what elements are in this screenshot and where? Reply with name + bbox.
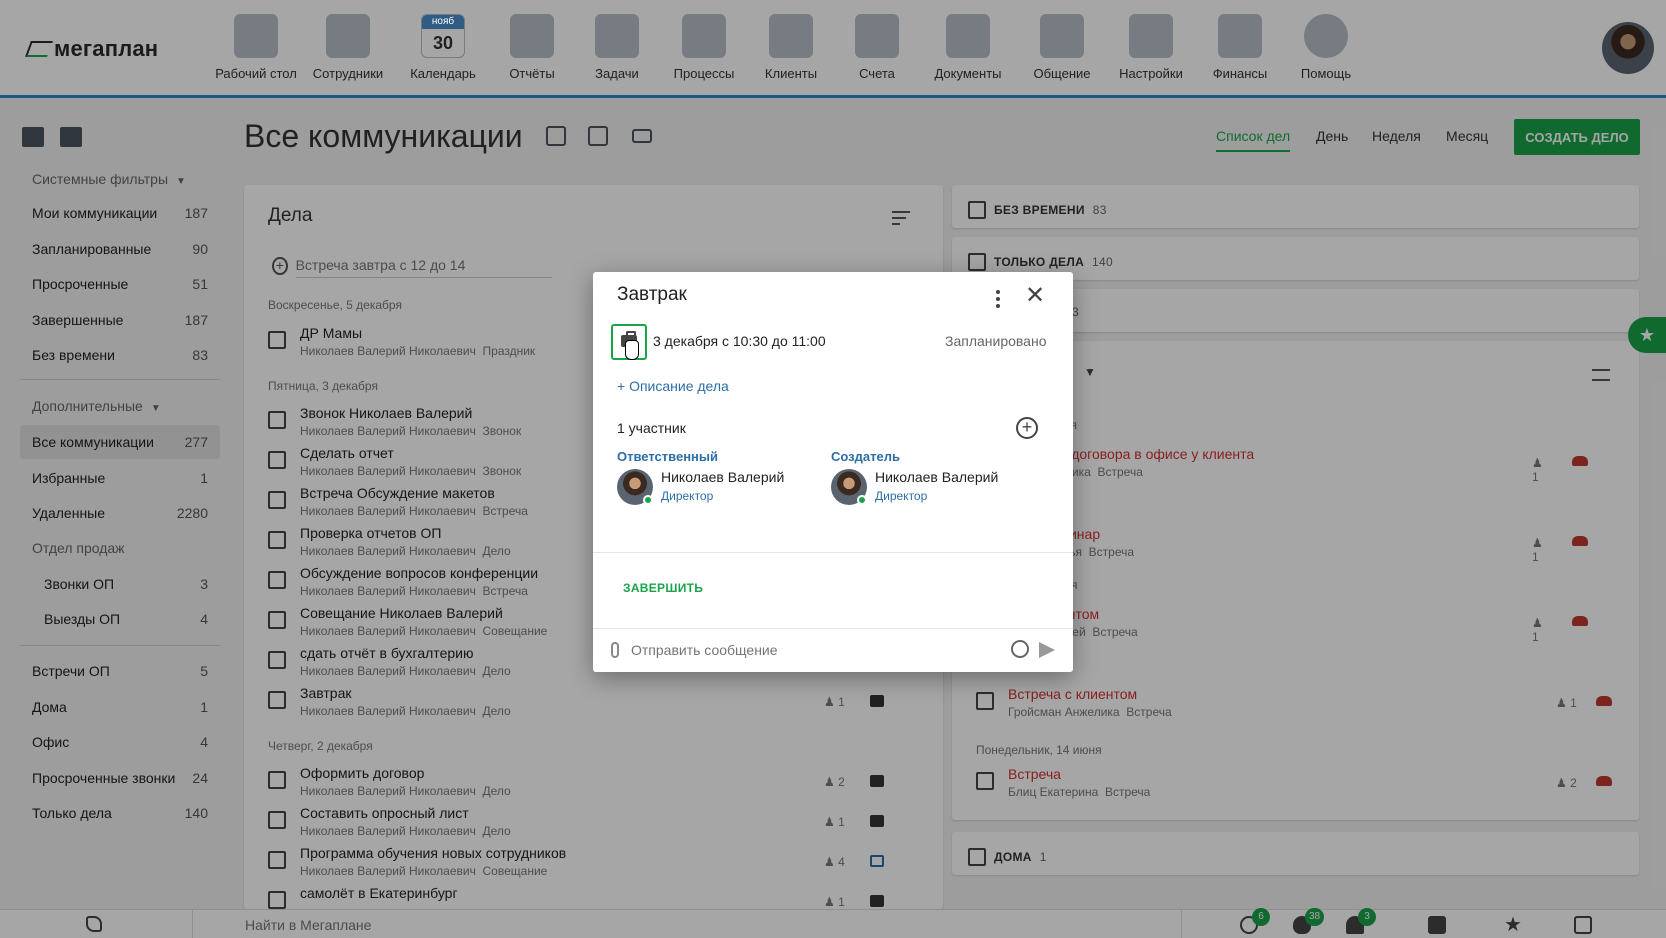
add-participant-icon[interactable]: + [1016,417,1038,439]
online-status-icon [643,495,653,505]
emoji-icon[interactable] [1011,640,1029,658]
person-position: Директор [661,489,714,503]
creator-label: Создатель [831,449,900,464]
paperclip-icon[interactable] [611,642,619,658]
task-status[interactable]: Запланировано [945,333,1047,349]
complete-button[interactable]: ЗАВЕРШИТЬ [623,581,703,595]
participants-count: 1 участник [617,420,686,436]
more-options-icon[interactable] [995,290,1001,308]
task-modal: Завтрак ✕ 3 декабря с 10:30 до 11:00 Зап… [593,272,1073,672]
hand-cursor-icon [625,340,639,360]
online-status-icon [857,495,867,505]
person-name: Николаев Валерий [875,469,999,485]
divider [593,552,1073,553]
add-description-link[interactable]: + Описание дела [617,378,729,394]
send-icon[interactable] [1039,642,1055,658]
creator-person[interactable]: Николаев Валерий Директор [831,469,1031,509]
person-position: Директор [875,489,928,503]
calendar-month: нояб [431,16,455,27]
modal-title[interactable]: Завтрак [617,284,687,306]
close-icon[interactable]: ✕ [1025,284,1045,308]
message-input[interactable] [631,636,991,664]
task-datetime[interactable]: 3 декабря с 10:30 до 11:00 [653,333,826,349]
responsible-person[interactable]: Николаев Валерий Директор [617,469,817,509]
divider [593,628,1073,629]
responsible-label: Ответственный [617,449,718,464]
person-name: Николаев Валерий [661,469,785,485]
